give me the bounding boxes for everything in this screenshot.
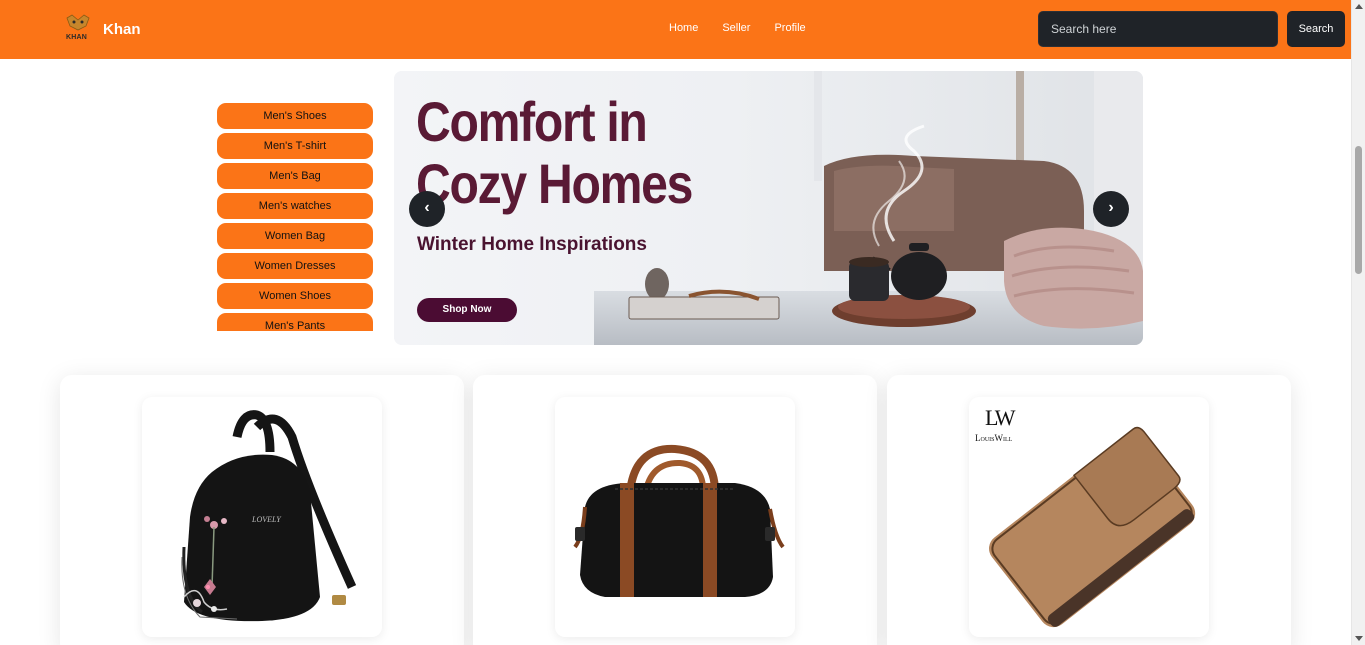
brand-logo-text: KHAN bbox=[66, 34, 88, 41]
category-item-women-dresses[interactable]: Women Dresses bbox=[217, 253, 373, 279]
brand-name[interactable]: Khan bbox=[103, 21, 141, 38]
category-item-women-shoes[interactable]: Women Shoes bbox=[217, 283, 373, 309]
category-item-mens-pants[interactable]: Men's Pants bbox=[217, 313, 373, 331]
carousel-title-line2: Cozy Homes bbox=[416, 152, 693, 215]
carousel-title-line1: Comfort in bbox=[416, 90, 648, 153]
search-button[interactable]: Search bbox=[1287, 11, 1345, 47]
chevron-right-icon[interactable]: › bbox=[1093, 191, 1129, 227]
nav-links: Home Seller Profile bbox=[669, 22, 830, 34]
category-item-mens-tshirt[interactable]: Men's T-shirt bbox=[217, 133, 373, 159]
product-image-duffel-bag[interactable] bbox=[555, 397, 795, 637]
nav-link-profile[interactable]: Profile bbox=[774, 22, 805, 34]
navbar: KHAN Khan Home Seller Profile Search bbox=[0, 0, 1351, 59]
chevron-left-icon[interactable]: ‹ bbox=[409, 191, 445, 227]
scroll-thumb[interactable] bbox=[1355, 146, 1362, 274]
product-card[interactable]: LW LouisWill bbox=[887, 375, 1291, 645]
shop-now-button[interactable]: Shop Now bbox=[417, 298, 517, 322]
category-item-women-bag[interactable]: Women Bag bbox=[217, 223, 373, 249]
category-item-mens-shoes[interactable]: Men's Shoes bbox=[217, 103, 373, 129]
svg-text:LOVELY: LOVELY bbox=[251, 515, 282, 524]
scroll-up-arrow-icon[interactable] bbox=[1355, 4, 1363, 9]
nav-link-seller[interactable]: Seller bbox=[722, 22, 750, 34]
scroll-down-arrow-icon[interactable] bbox=[1355, 636, 1363, 641]
category-item-mens-bag[interactable]: Men's Bag bbox=[217, 163, 373, 189]
product-image-wallet[interactable]: LW LouisWill bbox=[969, 397, 1209, 637]
product-image-backpack[interactable]: LOVELY bbox=[142, 397, 382, 637]
category-item-mens-watches[interactable]: Men's watches bbox=[217, 193, 373, 219]
product-card[interactable]: LOVELY bbox=[60, 375, 464, 645]
product-card[interactable] bbox=[473, 375, 877, 645]
page: KHAN Khan Home Seller Profile Search Men… bbox=[0, 0, 1365, 645]
hero-carousel[interactable]: Comfort in Cozy Homes Winter Home Inspir… bbox=[394, 71, 1143, 345]
carousel-title: Comfort in Cozy Homes bbox=[416, 90, 693, 215]
brand-logo-icon: KHAN bbox=[64, 14, 92, 44]
nav-link-home[interactable]: Home bbox=[669, 22, 698, 34]
search-input[interactable] bbox=[1038, 11, 1278, 47]
carousel-subtitle: Winter Home Inspirations bbox=[417, 234, 647, 255]
page-scrollbar[interactable] bbox=[1351, 0, 1365, 645]
category-list: Men's Shoes Men's T-shirt Men's Bag Men'… bbox=[217, 103, 373, 331]
brand[interactable]: KHAN Khan bbox=[64, 14, 141, 44]
